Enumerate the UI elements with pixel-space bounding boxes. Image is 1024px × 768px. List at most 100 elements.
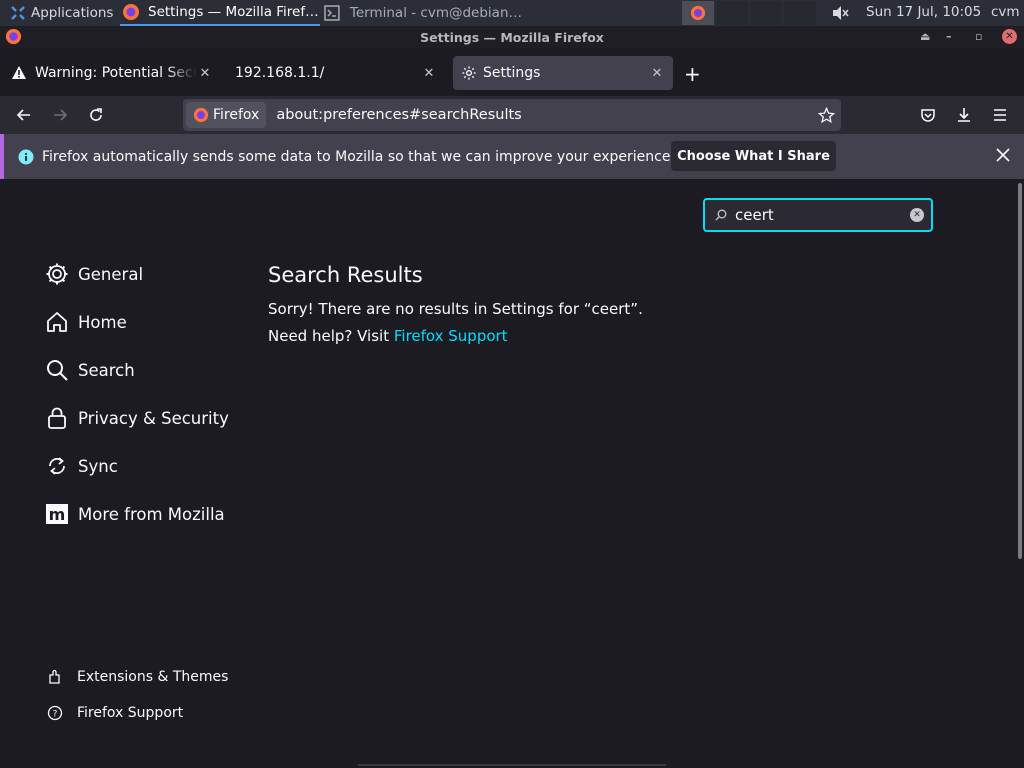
category-more-from-mozilla[interactable]: m More from Mozilla <box>44 499 225 529</box>
gear-icon <box>462 66 476 80</box>
app-menu-button[interactable] <box>988 103 1012 127</box>
firefox-support-link[interactable]: ? Firefox Support <box>46 702 183 724</box>
category-general[interactable]: General <box>44 259 143 289</box>
category-label: More from Mozilla <box>78 504 225 524</box>
clear-search-icon[interactable]: ✕ <box>910 208 924 222</box>
download-icon <box>958 108 970 122</box>
terminal-icon <box>324 5 340 21</box>
window-titlebar: Settings — Mozilla Firefox ⏏ – ▫ ✕ <box>0 26 1024 48</box>
data-reporting-notification: Firefox automatically sends some data to… <box>0 134 1024 179</box>
help-prefix: Need help? Visit <box>268 327 394 345</box>
system-taskbar: Applications Settings — Mozilla Firef… T… <box>0 0 1024 26</box>
applications-menu[interactable]: Applications <box>4 0 119 26</box>
search-icon <box>44 357 70 383</box>
notification-message: Firefox automatically sends some data to… <box>42 148 675 165</box>
svg-text:m: m <box>49 505 66 524</box>
pocket-button[interactable] <box>916 103 940 127</box>
minimize-icon[interactable]: – <box>946 30 952 43</box>
help-icon: ? <box>46 704 64 722</box>
footer-label: Firefox Support <box>77 705 184 721</box>
downloads-button[interactable] <box>952 103 976 127</box>
close-window-icon[interactable]: ✕ <box>1002 29 1017 44</box>
firefox-icon <box>193 107 209 123</box>
settings-search-input[interactable]: ceert ✕ <box>703 198 933 232</box>
taskbar-app-title: Settings — Mozilla Firef… <box>148 4 319 20</box>
forward-button[interactable] <box>48 103 72 127</box>
category-label: Search <box>78 360 135 380</box>
category-label: Home <box>78 312 127 332</box>
maximize-icon[interactable]: ▫ <box>975 30 982 43</box>
warning-icon <box>12 66 26 79</box>
bookmark-star-icon[interactable] <box>818 107 835 124</box>
sync-icon <box>44 453 70 479</box>
firefox-icon <box>123 4 139 20</box>
firefox-support-help-link[interactable]: Firefox Support <box>394 327 508 345</box>
choose-what-i-share-button[interactable]: Choose What I Share <box>671 141 836 171</box>
close-tab-icon[interactable]: ✕ <box>197 66 213 81</box>
extensions-themes-link[interactable]: Extensions & Themes <box>46 666 228 688</box>
tab-title: 192.168.1.1/ <box>235 65 325 81</box>
info-icon <box>18 149 34 164</box>
workspace-4[interactable] <box>784 1 816 25</box>
category-privacy-security[interactable]: Privacy & Security <box>44 403 229 433</box>
category-label: General <box>78 264 144 284</box>
applications-label: Applications <box>31 5 114 21</box>
category-label: Sync <box>78 456 118 476</box>
gear-icon <box>44 261 70 287</box>
taskbar-app-firefox[interactable]: Settings — Mozilla Firef… <box>120 0 320 26</box>
url-text[interactable]: about:preferences#searchResults <box>276 107 521 123</box>
workspace-switcher[interactable] <box>682 1 714 25</box>
taskbar-app-terminal[interactable]: Terminal - cvm@debian… <box>322 0 522 26</box>
tab-warning[interactable]: Warning: Potential Security Risk Ahead ✕ <box>3 56 221 90</box>
search-input-value[interactable]: ceert <box>735 206 774 224</box>
tab-router[interactable]: 192.168.1.1/ ✕ <box>227 56 445 90</box>
home-icon <box>44 309 70 335</box>
tab-title: Settings <box>483 65 541 81</box>
applications-icon <box>11 6 25 20</box>
mozilla-icon: m <box>44 501 70 527</box>
forward-arrow-icon <box>54 109 68 121</box>
svg-text:?: ? <box>53 710 58 720</box>
footer-label: Extensions & Themes <box>77 669 229 685</box>
scrollbar[interactable] <box>1018 183 1022 559</box>
hamburger-menu-icon <box>994 109 1006 121</box>
close-tab-icon[interactable]: ✕ <box>649 66 665 81</box>
category-sync[interactable]: Sync <box>44 451 118 481</box>
reload-button[interactable] <box>84 103 108 127</box>
url-bar[interactable]: Firefox about:preferences#searchResults <box>183 99 841 131</box>
category-home[interactable]: Home <box>44 307 127 337</box>
reload-icon <box>90 108 102 121</box>
search-icon <box>715 209 727 221</box>
new-tab-button[interactable]: + <box>684 62 701 86</box>
window-title: Settings — Mozilla Firefox <box>420 29 604 45</box>
clock[interactable]: Sun 17 Jul, 10:05 <box>866 4 981 20</box>
puzzle-icon <box>46 668 64 686</box>
navigation-toolbar: Firefox about:preferences#searchResults <box>0 96 1024 134</box>
close-notification-icon[interactable] <box>996 148 1010 162</box>
workspace-2[interactable] <box>716 1 748 25</box>
workspace-3[interactable] <box>750 1 782 25</box>
no-results-message: Sorry! There are no results in Settings … <box>268 300 643 318</box>
back-button[interactable] <box>12 103 36 127</box>
taskbar-app-title: Terminal - cvm@debian… <box>349 5 522 21</box>
tab-title: Warning: Potential Security Risk Ahead <box>35 65 197 81</box>
resize-handle <box>358 764 666 766</box>
page-title: Search Results <box>268 263 423 287</box>
close-tab-icon[interactable]: ✕ <box>421 66 437 81</box>
identity-box[interactable]: Firefox <box>186 102 267 128</box>
tab-strip: Warning: Potential Security Risk Ahead ✕… <box>0 48 1024 96</box>
shade-icon[interactable]: ⏏ <box>920 30 930 43</box>
identity-label: Firefox <box>213 107 260 123</box>
category-search[interactable]: Search <box>44 355 135 385</box>
help-line: Need help? Visit Firefox Support <box>268 327 508 345</box>
settings-content: ceert ✕ General Home Search Privacy & Se… <box>0 179 1024 768</box>
user-name[interactable]: cvm <box>991 4 1020 20</box>
tab-settings[interactable]: Settings ✕ <box>453 56 673 90</box>
volume-muted-icon[interactable] <box>832 5 850 25</box>
firefox-icon <box>5 28 22 45</box>
lock-icon <box>44 405 70 431</box>
pocket-icon <box>921 109 935 122</box>
firefox-icon <box>690 5 706 21</box>
category-label: Privacy & Security <box>78 408 229 428</box>
back-arrow-icon <box>16 109 30 121</box>
